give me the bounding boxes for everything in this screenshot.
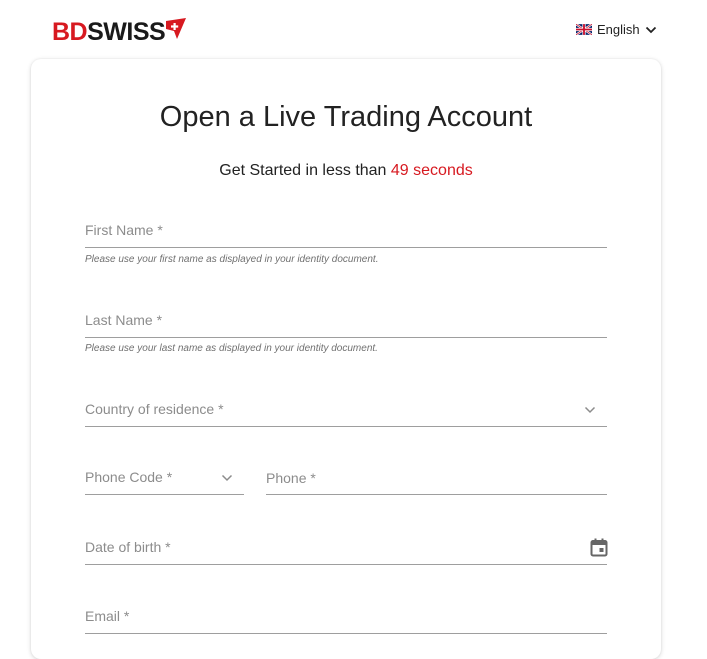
last-name-helper: Please use your last name as displayed i… [85, 343, 378, 354]
phone-code-label: Phone Code * [85, 469, 173, 485]
bdswiss-logo[interactable]: BD SWISS [52, 18, 187, 46]
chevron-down-icon [584, 406, 596, 414]
date-of-birth-label: Date of birth * [85, 539, 171, 555]
phone-field[interactable]: Phone * [266, 456, 607, 495]
date-of-birth-field[interactable]: Date of birth * [85, 526, 608, 565]
email-label: Email * [85, 608, 130, 624]
logo-text-bd: BD [52, 18, 88, 46]
logo-text-swiss: SWISS [87, 18, 166, 46]
subtitle-highlight: 49 seconds [390, 162, 473, 179]
first-name-label: First Name * [85, 222, 163, 238]
first-name-helper: Please use your first name as displayed … [85, 254, 379, 265]
last-name-field[interactable]: Last Name * [85, 299, 607, 338]
country-select[interactable]: Country of residence * [85, 388, 607, 427]
language-selector[interactable]: English [576, 22, 657, 37]
chevron-down-icon [645, 26, 656, 33]
phone-label: Phone * [266, 470, 316, 486]
uk-flag-icon [576, 24, 592, 35]
page-subtitle: Get Started in less than 49 seconds [31, 161, 661, 181]
subtitle-text: Get Started in less than [219, 162, 391, 179]
calendar-icon[interactable] [590, 538, 608, 557]
country-label: Country of residence * [85, 401, 224, 417]
page-title: Open a Live Trading Account [159, 101, 533, 133]
first-name-field[interactable]: First Name * [85, 209, 607, 248]
last-name-label: Last Name * [85, 312, 163, 328]
phone-code-select[interactable]: Phone Code * [85, 456, 244, 495]
signup-card: Open a Live Trading Account Get Started … [31, 59, 661, 659]
email-field[interactable]: Email * [85, 595, 607, 634]
language-label: English [597, 22, 640, 37]
top-bar: BD SWISS English [0, 0, 707, 60]
logo-cross-flag-icon [166, 18, 187, 39]
chevron-down-icon [221, 474, 233, 482]
